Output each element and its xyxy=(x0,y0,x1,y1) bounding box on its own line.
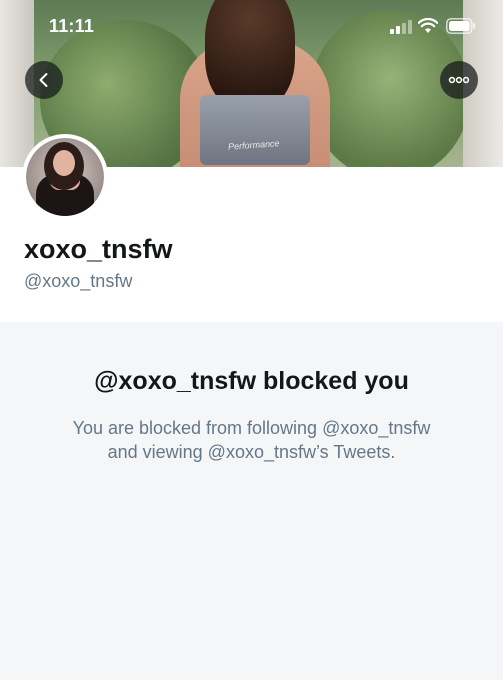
chevron-left-icon xyxy=(39,73,48,87)
avatar-figure xyxy=(53,150,75,176)
battery-icon xyxy=(446,18,476,34)
wifi-icon xyxy=(418,18,438,33)
back-button[interactable] xyxy=(25,61,63,99)
more-options-button[interactable] xyxy=(440,61,478,99)
blocked-message-line: You are blocked from following @xoxo_tns… xyxy=(72,418,431,438)
status-bar: 11:11 xyxy=(0,0,503,52)
more-horizontal-icon xyxy=(448,76,470,84)
status-time: 11:11 xyxy=(49,16,95,36)
profile-handle: @xoxo_tnsfw xyxy=(24,271,133,291)
avatar-image xyxy=(26,138,104,216)
avatar[interactable] xyxy=(22,134,108,220)
profile-display-name: xoxo_tnsfw xyxy=(24,234,173,264)
signal-icon xyxy=(390,20,412,34)
blocked-message: You are blocked from following @xoxo_tns… xyxy=(0,416,503,464)
blocked-message-line: and viewing @xoxo_tnsfw’s Tweets. xyxy=(107,442,396,462)
banner-top xyxy=(200,95,310,165)
blocked-title: @xoxo_tnsfw blocked you xyxy=(94,367,409,395)
